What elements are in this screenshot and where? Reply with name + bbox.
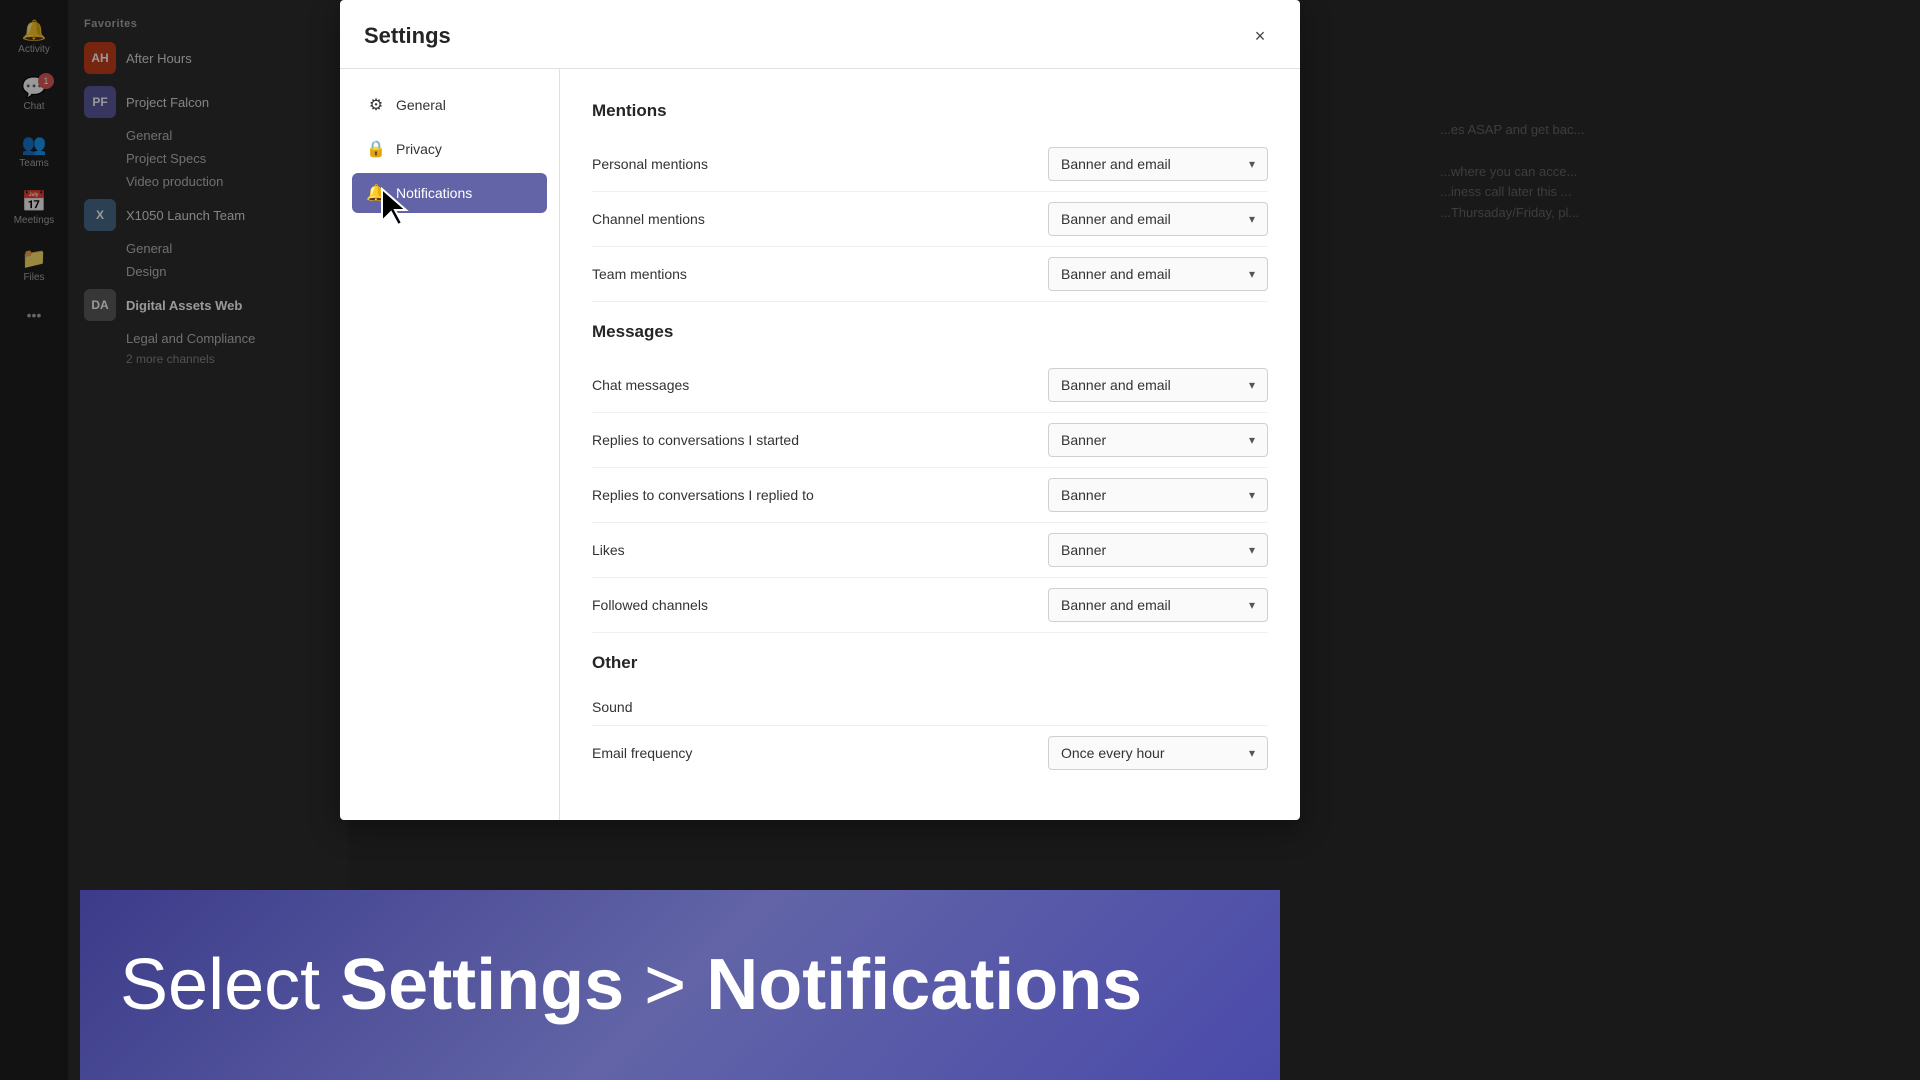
modal-title: Settings (364, 23, 451, 49)
bell-icon: 🔔 (366, 183, 386, 203)
replies-started-dropdown[interactable]: Banner ▾ (1048, 423, 1268, 457)
replies-replied-value: Banner (1061, 487, 1106, 503)
replies-replied-row: Replies to conversations I replied to Ba… (592, 468, 1268, 523)
close-button[interactable]: × (1244, 20, 1276, 52)
team-mentions-value: Banner and email (1061, 266, 1171, 282)
personal-mentions-chevron: ▾ (1249, 157, 1255, 171)
channel-mentions-label: Channel mentions (592, 211, 705, 227)
personal-mentions-value: Banner and email (1061, 156, 1171, 172)
channel-mentions-row: Channel mentions Banner and email ▾ (592, 192, 1268, 247)
other-section-title: Other (592, 653, 1268, 673)
general-label: General (396, 97, 446, 113)
replies-started-label: Replies to conversations I started (592, 432, 799, 448)
email-frequency-row: Email frequency Once every hour ▾ (592, 726, 1268, 780)
followed-channels-chevron: ▾ (1249, 598, 1255, 612)
settings-sidebar: ⚙ General 🔒 Privacy 🔔 Notifications (340, 69, 560, 820)
email-frequency-dropdown[interactable]: Once every hour ▾ (1048, 736, 1268, 770)
followed-channels-value: Banner and email (1061, 597, 1171, 613)
banner-text-normal: Select (120, 945, 340, 1025)
followed-channels-dropdown[interactable]: Banner and email ▾ (1048, 588, 1268, 622)
modal-header: Settings × (340, 0, 1300, 69)
channel-mentions-chevron: ▾ (1249, 212, 1255, 226)
banner-text-separator: > (624, 945, 706, 1025)
channel-mentions-value: Banner and email (1061, 211, 1171, 227)
chat-messages-label: Chat messages (592, 377, 689, 393)
banner-text-bold2: Notifications (706, 945, 1142, 1025)
team-mentions-chevron: ▾ (1249, 267, 1255, 281)
banner-text: Select Settings > Notifications (120, 944, 1142, 1026)
likes-chevron: ▾ (1249, 543, 1255, 557)
team-mentions-row: Team mentions Banner and email ▾ (592, 247, 1268, 302)
messages-section-title: Messages (592, 322, 1268, 342)
personal-mentions-row: Personal mentions Banner and email ▾ (592, 137, 1268, 192)
replies-started-chevron: ▾ (1249, 433, 1255, 447)
likes-value: Banner (1061, 542, 1106, 558)
likes-label: Likes (592, 542, 625, 558)
privacy-label: Privacy (396, 141, 442, 157)
replies-replied-chevron: ▾ (1249, 488, 1255, 502)
gear-icon: ⚙ (366, 95, 386, 115)
email-frequency-chevron: ▾ (1249, 746, 1255, 760)
settings-modal: Settings × ⚙ General 🔒 Privacy 🔔 Notific… (340, 0, 1300, 820)
chat-messages-value: Banner and email (1061, 377, 1171, 393)
sound-row: Sound (592, 689, 1268, 726)
sound-label: Sound (592, 699, 632, 715)
personal-mentions-label: Personal mentions (592, 156, 708, 172)
replies-started-value: Banner (1061, 432, 1106, 448)
banner-text-bold1: Settings (340, 945, 624, 1025)
settings-content: Mentions Personal mentions Banner and em… (560, 69, 1300, 820)
channel-mentions-dropdown[interactable]: Banner and email ▾ (1048, 202, 1268, 236)
email-frequency-label: Email frequency (592, 745, 692, 761)
replies-replied-dropdown[interactable]: Banner ▾ (1048, 478, 1268, 512)
replies-started-row: Replies to conversations I started Banne… (592, 413, 1268, 468)
replies-replied-label: Replies to conversations I replied to (592, 487, 814, 503)
modal-body: ⚙ General 🔒 Privacy 🔔 Notifications Ment… (340, 69, 1300, 820)
bottom-banner: Select Settings > Notifications (80, 890, 1280, 1080)
notifications-label: Notifications (396, 185, 472, 201)
chat-messages-row: Chat messages Banner and email ▾ (592, 358, 1268, 413)
email-frequency-value: Once every hour (1061, 745, 1165, 761)
settings-nav-notifications[interactable]: 🔔 Notifications (352, 173, 547, 213)
personal-mentions-dropdown[interactable]: Banner and email ▾ (1048, 147, 1268, 181)
chat-messages-chevron: ▾ (1249, 378, 1255, 392)
followed-channels-row: Followed channels Banner and email ▾ (592, 578, 1268, 633)
followed-channels-label: Followed channels (592, 597, 708, 613)
mentions-section-title: Mentions (592, 101, 1268, 121)
likes-row: Likes Banner ▾ (592, 523, 1268, 578)
lock-icon: 🔒 (366, 139, 386, 159)
likes-dropdown[interactable]: Banner ▾ (1048, 533, 1268, 567)
settings-nav-privacy[interactable]: 🔒 Privacy (352, 129, 547, 169)
team-mentions-dropdown[interactable]: Banner and email ▾ (1048, 257, 1268, 291)
chat-messages-dropdown[interactable]: Banner and email ▾ (1048, 368, 1268, 402)
settings-nav-general[interactable]: ⚙ General (352, 85, 547, 125)
team-mentions-label: Team mentions (592, 266, 687, 282)
